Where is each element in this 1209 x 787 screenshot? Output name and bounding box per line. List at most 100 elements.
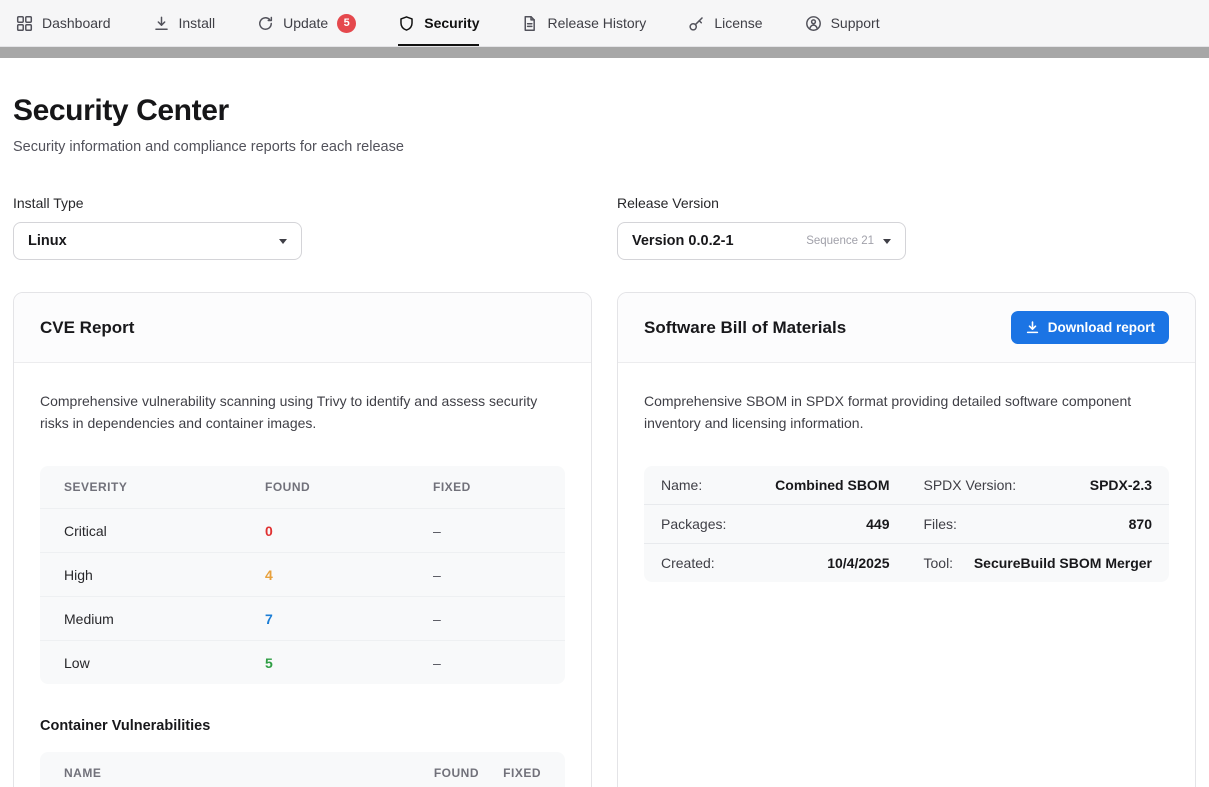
sbom-cell: Files: 870 <box>907 505 1170 543</box>
sbom-details-grid: Name: Combined SBOM SPDX Version: SPDX-2… <box>644 466 1169 582</box>
severity-name: Critical <box>64 523 265 539</box>
sbom-cell: Packages: 449 <box>644 505 907 543</box>
sbom-description: Comprehensive SBOM in SPDX format provid… <box>644 391 1169 434</box>
sbom-header: Software Bill of Materials Download repo… <box>618 293 1195 363</box>
nav-install[interactable]: Install <box>153 0 216 46</box>
fixed-count: – <box>433 655 541 671</box>
nav-security-label: Security <box>424 15 479 31</box>
fixed-count: – <box>433 523 541 539</box>
page-subtitle: Security information and compliance repo… <box>13 139 1196 155</box>
install-type-value: Linux <box>28 233 67 249</box>
nav-release-history-label: Release History <box>547 15 646 31</box>
col-severity: SEVERITY <box>64 480 265 494</box>
container-vulnerabilities-table: NAME FOUND FIXED <box>40 752 565 787</box>
nav-license-label: License <box>714 15 762 31</box>
col-found: FOUND <box>403 766 479 780</box>
container-vulnerabilities-title: Container Vulnerabilities <box>40 718 565 734</box>
sbom-tool-label: Tool: <box>924 555 954 571</box>
cve-report-description: Comprehensive vulnerability scanning usi… <box>40 391 565 434</box>
download-report-button[interactable]: Download report <box>1011 311 1169 344</box>
divider-band <box>0 47 1209 58</box>
cve-report-header: CVE Report <box>14 293 591 363</box>
nav-release-history[interactable]: Release History <box>521 0 646 46</box>
found-count: 7 <box>265 611 433 627</box>
filters-row: Install Type Linux Release Version Versi… <box>13 195 1196 260</box>
sbom-tool-value: SecureBuild SBOM Merger <box>964 555 1152 571</box>
severity-table-header: SEVERITY FOUND FIXED <box>40 466 565 508</box>
sbom-name-value: Combined SBOM <box>765 477 889 493</box>
sbom-spdx-version-label: SPDX Version: <box>924 477 1017 493</box>
sbom-cell: SPDX Version: SPDX-2.3 <box>907 466 1170 504</box>
install-type-label: Install Type <box>13 195 592 211</box>
release-version-label: Release Version <box>617 195 1196 211</box>
sbom-packages-label: Packages: <box>661 516 726 532</box>
table-row: Low 5 – <box>40 640 565 684</box>
sbom-row: Created: 10/4/2025 Tool: SecureBuild SBO… <box>644 543 1169 582</box>
col-name: NAME <box>64 766 403 780</box>
sbom-created-value: 10/4/2025 <box>817 555 889 571</box>
sbom-row: Name: Combined SBOM SPDX Version: SPDX-2… <box>644 466 1169 504</box>
sbom-cell: Tool: SecureBuild SBOM Merger <box>907 544 1170 582</box>
install-type-select[interactable]: Linux <box>13 222 302 260</box>
release-history-document-icon <box>521 15 538 32</box>
nav-license[interactable]: License <box>688 0 762 46</box>
sbom-title: Software Bill of Materials <box>644 318 846 338</box>
nav-support[interactable]: Support <box>805 0 880 46</box>
update-refresh-icon <box>257 15 274 32</box>
sbom-row: Packages: 449 Files: 870 <box>644 504 1169 543</box>
cve-report-card: CVE Report Comprehensive vulnerability s… <box>13 292 592 787</box>
sbom-cell: Created: 10/4/2025 <box>644 544 907 582</box>
table-row: Medium 7 – <box>40 596 565 640</box>
found-count: 4 <box>265 567 433 583</box>
severity-name: Medium <box>64 611 265 627</box>
page-title: Security Center <box>13 94 1196 128</box>
found-count: 5 <box>265 655 433 671</box>
install-type-filter: Install Type Linux <box>13 195 592 260</box>
table-row: Critical 0 – <box>40 508 565 552</box>
cards-row: CVE Report Comprehensive vulnerability s… <box>13 292 1196 787</box>
dashboard-grid-icon <box>16 15 33 32</box>
cve-report-title: CVE Report <box>40 318 134 338</box>
nav-install-label: Install <box>179 15 216 31</box>
sbom-card: Software Bill of Materials Download repo… <box>617 292 1196 787</box>
col-found: FOUND <box>265 480 433 494</box>
sbom-files-label: Files: <box>924 516 957 532</box>
fixed-count: – <box>433 567 541 583</box>
sbom-cell: Name: Combined SBOM <box>644 466 907 504</box>
nav-dashboard[interactable]: Dashboard <box>16 0 111 46</box>
fixed-count: – <box>433 611 541 627</box>
table-row: High 4 – <box>40 552 565 596</box>
release-version-filter: Release Version Version 0.0.2-1 Sequence… <box>617 195 1196 260</box>
sbom-created-label: Created: <box>661 555 715 571</box>
sbom-name-label: Name: <box>661 477 702 493</box>
download-report-label: Download report <box>1048 320 1155 335</box>
chevron-down-icon <box>883 239 891 244</box>
sbom-spdx-version-value: SPDX-2.3 <box>1080 477 1152 493</box>
nav-update-label: Update <box>283 15 328 31</box>
support-person-icon <box>805 15 822 32</box>
license-key-icon <box>688 15 705 32</box>
col-fixed: FIXED <box>479 766 541 780</box>
nav-update[interactable]: Update 5 <box>257 0 356 46</box>
download-icon <box>1025 320 1040 335</box>
severity-name: High <box>64 567 265 583</box>
sbom-body: Comprehensive SBOM in SPDX format provid… <box>618 363 1195 610</box>
main-content: Security Center Security information and… <box>0 58 1209 787</box>
chevron-down-icon <box>279 239 287 244</box>
severity-name: Low <box>64 655 265 671</box>
nav-dashboard-label: Dashboard <box>42 15 111 31</box>
sbom-packages-value: 449 <box>856 516 889 532</box>
severity-table: SEVERITY FOUND FIXED Critical 0 – High 4… <box>40 466 565 684</box>
release-sequence-label: Sequence 21 <box>806 235 874 247</box>
found-count: 0 <box>265 523 433 539</box>
release-version-select[interactable]: Version 0.0.2-1 Sequence 21 <box>617 222 906 260</box>
top-navigation: Dashboard Install Update 5 Security Rele… <box>0 0 1209 47</box>
nav-security[interactable]: Security <box>398 0 479 46</box>
update-count-badge: 5 <box>337 14 356 33</box>
cve-report-body: Comprehensive vulnerability scanning usi… <box>14 363 591 787</box>
col-fixed: FIXED <box>433 480 541 494</box>
release-version-value: Version 0.0.2-1 <box>632 233 734 249</box>
container-vulnerabilities-header: NAME FOUND FIXED <box>40 752 565 787</box>
sbom-files-value: 870 <box>1119 516 1152 532</box>
nav-support-label: Support <box>831 15 880 31</box>
